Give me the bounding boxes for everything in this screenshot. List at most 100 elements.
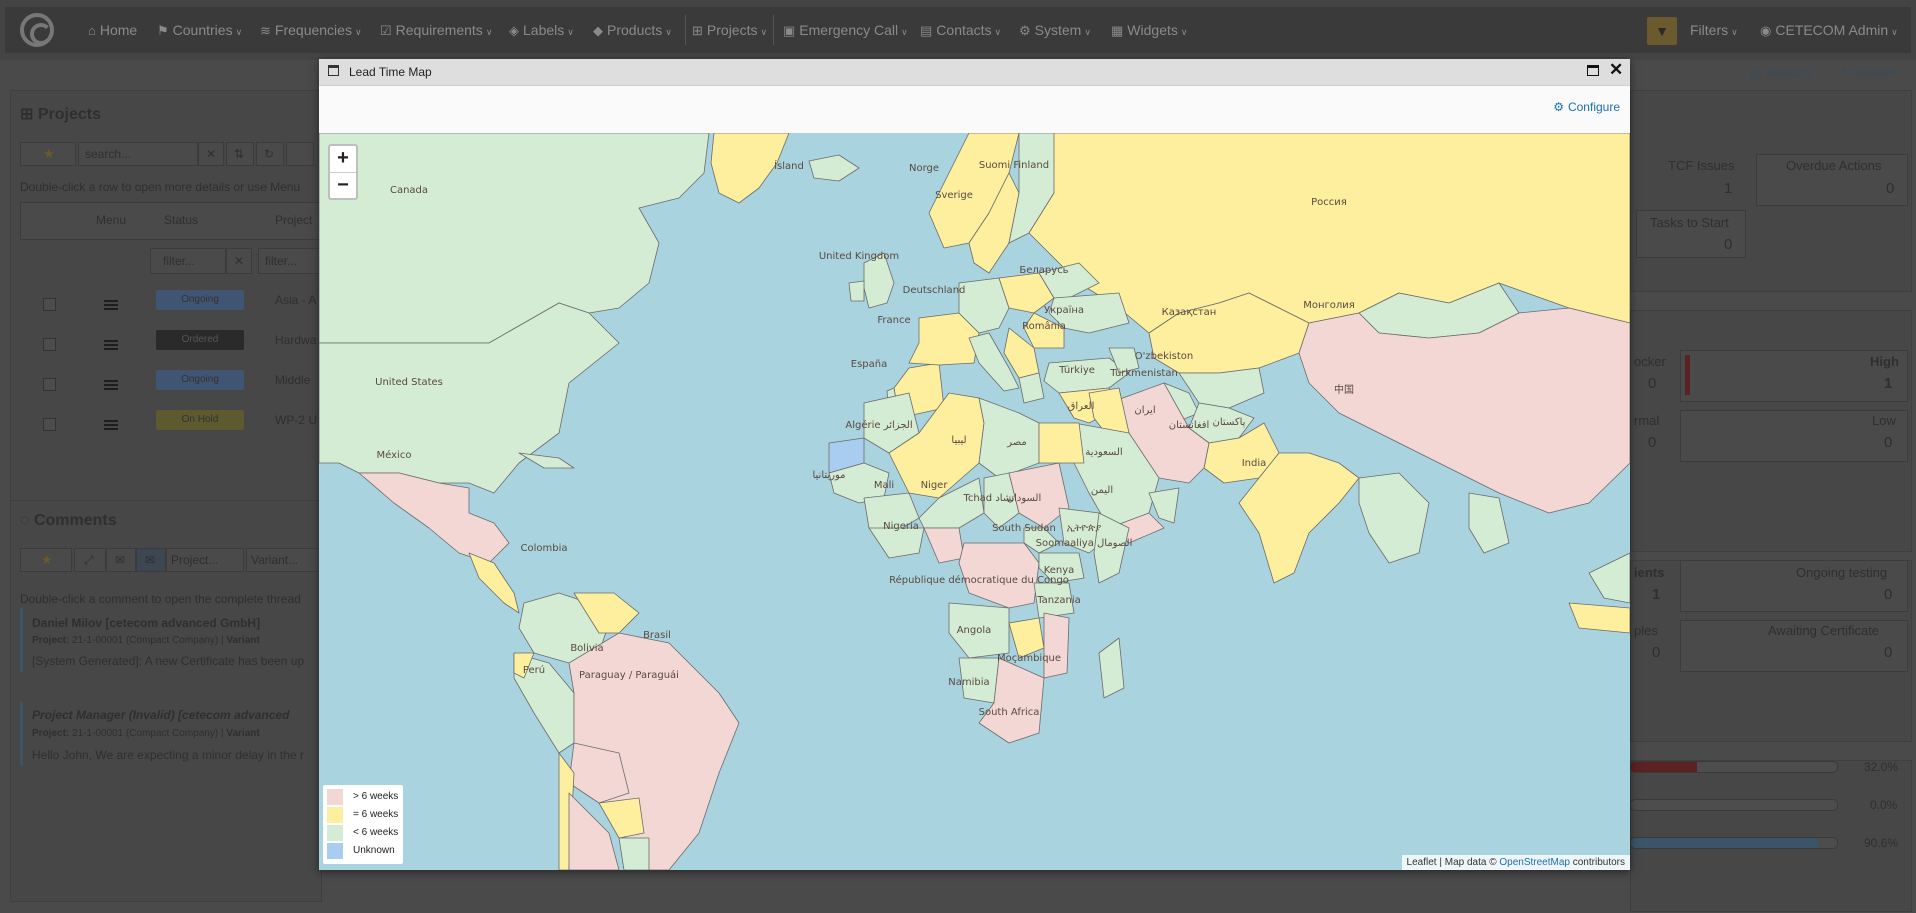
country-label: Paraguay / Paraguái [579, 669, 679, 681]
country-egypt[interactable] [1038, 422, 1085, 464]
dialog-header[interactable]: Lead Time Map ✕ [319, 59, 1630, 86]
nav-requirements[interactable]: ☑ Requirements ∨ [380, 7, 492, 53]
select-all-button[interactable] [286, 142, 314, 166]
progress-label: 32.0% [1864, 760, 1899, 774]
country-label: Казақстан [1162, 307, 1217, 318]
leaflet-link[interactable]: Leaflet [1407, 857, 1437, 868]
country-label: Angola [957, 625, 992, 636]
country-ireland[interactable] [848, 280, 865, 302]
nav-labels[interactable]: ◈ Labels ∨ [509, 7, 574, 53]
projects-hint: Double-click a row to open more details … [20, 180, 301, 194]
star-filter-button[interactable]: ★ [20, 548, 72, 572]
refresh-link[interactable]: ↻ Refresh [1842, 66, 1897, 80]
country-label: India [1242, 458, 1267, 469]
menu-icon[interactable] [104, 340, 118, 350]
nav-projects[interactable]: ⊞ Projects ∨ [685, 15, 775, 45]
project-filter-input[interactable]: filter... [258, 248, 320, 274]
nav-widgets[interactable]: ▦ Widgets ∨ [1111, 7, 1187, 53]
variant-filter-button[interactable]: Variant... [246, 548, 320, 572]
kpi-awaiting-value: 0 [1884, 644, 1893, 661]
row-checkbox[interactable] [43, 378, 56, 391]
nav-emergency-call[interactable]: ▣ Emergency Call ∨ [783, 7, 908, 53]
row-checkbox[interactable] [43, 418, 56, 431]
zoom-in-button[interactable]: + [330, 146, 356, 172]
projects-search-input[interactable]: search... [78, 142, 198, 166]
menu-icon[interactable] [104, 300, 118, 310]
country-label: République démocratique du Congo [889, 574, 1069, 586]
country-label: España [851, 359, 887, 370]
country-label: Беларусь [1019, 265, 1068, 276]
country-vietnam[interactable] [1468, 492, 1510, 554]
legend-item: = 6 weeks [323, 806, 403, 824]
nav-countries[interactable]: ⚑ Countries ∨ [157, 7, 242, 53]
nav-home[interactable]: ⌂ Home [88, 7, 137, 53]
lead-time-map[interactable]: Canada Ísland Suomi Finland Norge Sverige Рос… [319, 133, 1630, 870]
nav-products[interactable]: ◆ Products ∨ [593, 7, 672, 53]
kpi-tasks-value: 0 [1724, 236, 1733, 253]
statistics-link[interactable]: ▥ Statistics [1750, 66, 1813, 80]
reload-button[interactable]: ↻ [256, 142, 284, 166]
nav-user-menu[interactable]: ◉ CETECOM Admin ∨ [1760, 7, 1898, 53]
comment-icon: ◌ [20, 512, 34, 529]
country-cuba[interactable] [518, 452, 575, 469]
country-mozambique[interactable] [1043, 612, 1070, 679]
country-madagascar[interactable] [1098, 637, 1125, 699]
country-zambia[interactable] [1008, 617, 1045, 659]
configure-button[interactable]: ⚙ Configure [1553, 100, 1620, 114]
expand-button[interactable]: ⤢ [74, 548, 106, 572]
project-filter-button[interactable]: Project... [166, 548, 244, 572]
country-se-asia[interactable] [1358, 472, 1430, 564]
chevron-down-icon: ∨ [1084, 27, 1091, 37]
filter-icon[interactable]: ▼ [1647, 17, 1677, 45]
country-west-africa[interactable] [868, 527, 925, 559]
country-uruguay[interactable] [618, 837, 650, 870]
country-indonesia[interactable] [1568, 602, 1630, 634]
progress-fill [1631, 762, 1697, 772]
legend-swatch [327, 825, 343, 841]
country-label: افغانستان [1169, 420, 1210, 431]
zoom-out-button[interactable]: − [330, 172, 356, 199]
nav-filters[interactable]: Filters ∨ [1690, 7, 1738, 53]
country-label: Россия [1311, 197, 1347, 208]
country-nigeria[interactable] [923, 527, 965, 564]
country-label: Norge [909, 163, 939, 174]
sort-button[interactable]: ⇅ [226, 142, 254, 166]
country-label: Монголия [1303, 300, 1355, 311]
country-philippines[interactable] [1588, 552, 1630, 604]
chevron-down-icon: ∨ [485, 27, 493, 37]
unread-button[interactable]: ✉ [136, 548, 166, 572]
maximize-icon[interactable] [1587, 65, 1599, 76]
osm-link[interactable]: OpenStreetMap [1499, 857, 1570, 868]
nav-system[interactable]: ⚙ System ∨ [1019, 7, 1091, 53]
nav-contacts[interactable]: ▤ Contacts ∨ [920, 7, 1001, 53]
read-button[interactable]: ✉ [106, 548, 136, 572]
progress-fill [1631, 838, 1818, 848]
row-checkbox[interactable] [43, 298, 56, 311]
country-iceland[interactable] [808, 154, 860, 182]
country-central-america[interactable] [468, 552, 520, 614]
country-canada[interactable] [319, 133, 710, 344]
nav-frequencies[interactable]: ≋ Frequencies ∨ [260, 7, 362, 53]
row-checkbox[interactable] [43, 338, 56, 351]
app-logo[interactable] [20, 13, 54, 47]
country-label: 中国 [1334, 383, 1354, 396]
country-label: Moçambique [997, 653, 1061, 664]
col-project: Project [275, 213, 313, 227]
close-icon[interactable]: ✕ [1609, 60, 1623, 80]
cogs-icon: ⚙ [1019, 23, 1031, 38]
status-filter-button[interactable]: filter... [150, 248, 226, 274]
menu-icon[interactable] [104, 420, 118, 430]
grid-icon: ▦ [1111, 23, 1124, 38]
chevron-down-icon: ∨ [994, 27, 1002, 37]
clear-filter-button[interactable]: ✕ [226, 248, 252, 274]
country-greece[interactable] [1018, 372, 1045, 404]
col-status: Status [164, 213, 199, 227]
star-icon: ★ [41, 552, 53, 567]
clear-search-button[interactable]: ✕ [198, 142, 224, 166]
star-filter-button[interactable]: ★ [20, 142, 76, 166]
menu-icon[interactable] [104, 380, 118, 390]
project-name: Asia - A [275, 293, 317, 307]
projects-title: ⊞ Projects [20, 106, 101, 123]
expand-icon: ⤢ [84, 553, 94, 567]
map-attribution: Leaflet | Map data © OpenStreetMap contr… [1401, 855, 1630, 870]
